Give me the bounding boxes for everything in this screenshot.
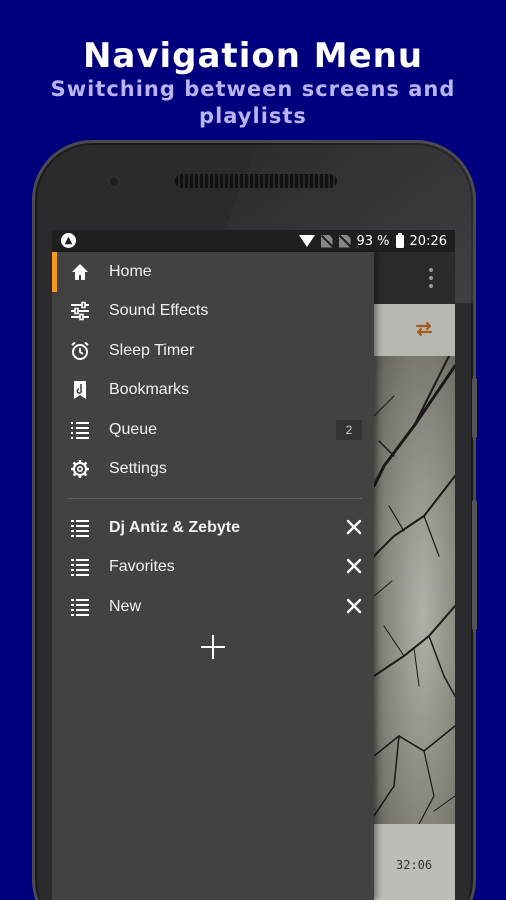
menu-item-queue[interactable]: Queue 2 — [52, 410, 374, 450]
volume-button — [472, 378, 477, 438]
menu-item-bookmarks[interactable]: Bookmarks — [52, 370, 374, 410]
playlist-label: Dj Antiz & Zebyte — [109, 519, 240, 536]
close-icon[interactable] — [346, 519, 362, 535]
playlist-icon — [71, 559, 89, 576]
menu-item-sound-effects[interactable]: Sound Effects — [52, 291, 374, 331]
phone-screen: ▲ 93 % 20:26 32:06 Home Sound Effects Sl… — [52, 230, 455, 900]
menu-item-label: Sleep Timer — [109, 342, 195, 359]
wifi-icon — [298, 235, 315, 247]
home-icon — [72, 264, 88, 280]
active-indicator — [52, 252, 57, 292]
playlist-item[interactable]: Favorites — [52, 547, 374, 587]
power-button — [472, 500, 477, 630]
close-icon[interactable] — [346, 558, 362, 574]
menu-item-label: Bookmarks — [109, 381, 190, 398]
player-controls-strip — [374, 304, 455, 356]
gear-icon — [71, 460, 89, 478]
player-background: 32:06 — [374, 304, 455, 900]
menu-item-label: Sound Effects — [109, 302, 209, 319]
playlist-item[interactable]: Dj Antiz & Zebyte — [52, 508, 374, 548]
playlist-label: Favorites — [109, 558, 175, 575]
status-right: 93 % 20:26 — [298, 232, 447, 250]
notification-icon: ▲ — [61, 233, 76, 248]
playlist-item[interactable]: New — [52, 587, 374, 627]
playlist-icon — [71, 599, 89, 616]
album-art — [374, 356, 455, 824]
earpiece-speaker — [175, 174, 337, 188]
repeat-icon[interactable] — [412, 317, 436, 341]
playlist-label: New — [109, 598, 142, 615]
alarm-icon — [71, 341, 89, 360]
status-bar: ▲ 93 % 20:26 — [52, 230, 455, 252]
plus-icon[interactable] — [200, 634, 226, 660]
sim-off-icon — [338, 234, 351, 248]
queue-count-badge: 2 — [336, 420, 362, 440]
playlist-icon — [71, 520, 89, 537]
clock: 20:26 — [409, 233, 447, 249]
menu-item-home[interactable]: Home — [52, 252, 374, 292]
overflow-menu-icon[interactable] — [429, 268, 433, 288]
sim-off-icon — [320, 234, 333, 248]
menu-item-label: Home — [109, 263, 152, 280]
battery-icon — [395, 232, 404, 248]
menu-item-label: Queue — [109, 421, 158, 438]
promo-title: Navigation Menu — [82, 36, 424, 76]
bookmark-icon — [74, 381, 86, 399]
close-icon[interactable] — [346, 598, 362, 614]
promo-subtitle: Switching between screens and playlists — [50, 77, 456, 128]
front-camera — [107, 175, 121, 189]
menu-item-label: Settings — [109, 460, 167, 477]
navigation-drawer: Home Sound Effects Sleep Timer Bookmarks… — [52, 252, 374, 900]
battery-percent: 93 % — [356, 233, 390, 249]
menu-divider — [68, 498, 362, 499]
tree-branches-graphic — [374, 356, 455, 824]
menu-item-sleep-timer[interactable]: Sleep Timer — [52, 331, 374, 371]
menu-item-settings[interactable]: Settings — [52, 449, 374, 489]
queue-list-icon — [71, 422, 89, 439]
player-bottom-bar: 32:06 — [374, 824, 455, 900]
equalizer-icon — [71, 301, 89, 321]
track-duration: 32:06 — [396, 858, 433, 872]
